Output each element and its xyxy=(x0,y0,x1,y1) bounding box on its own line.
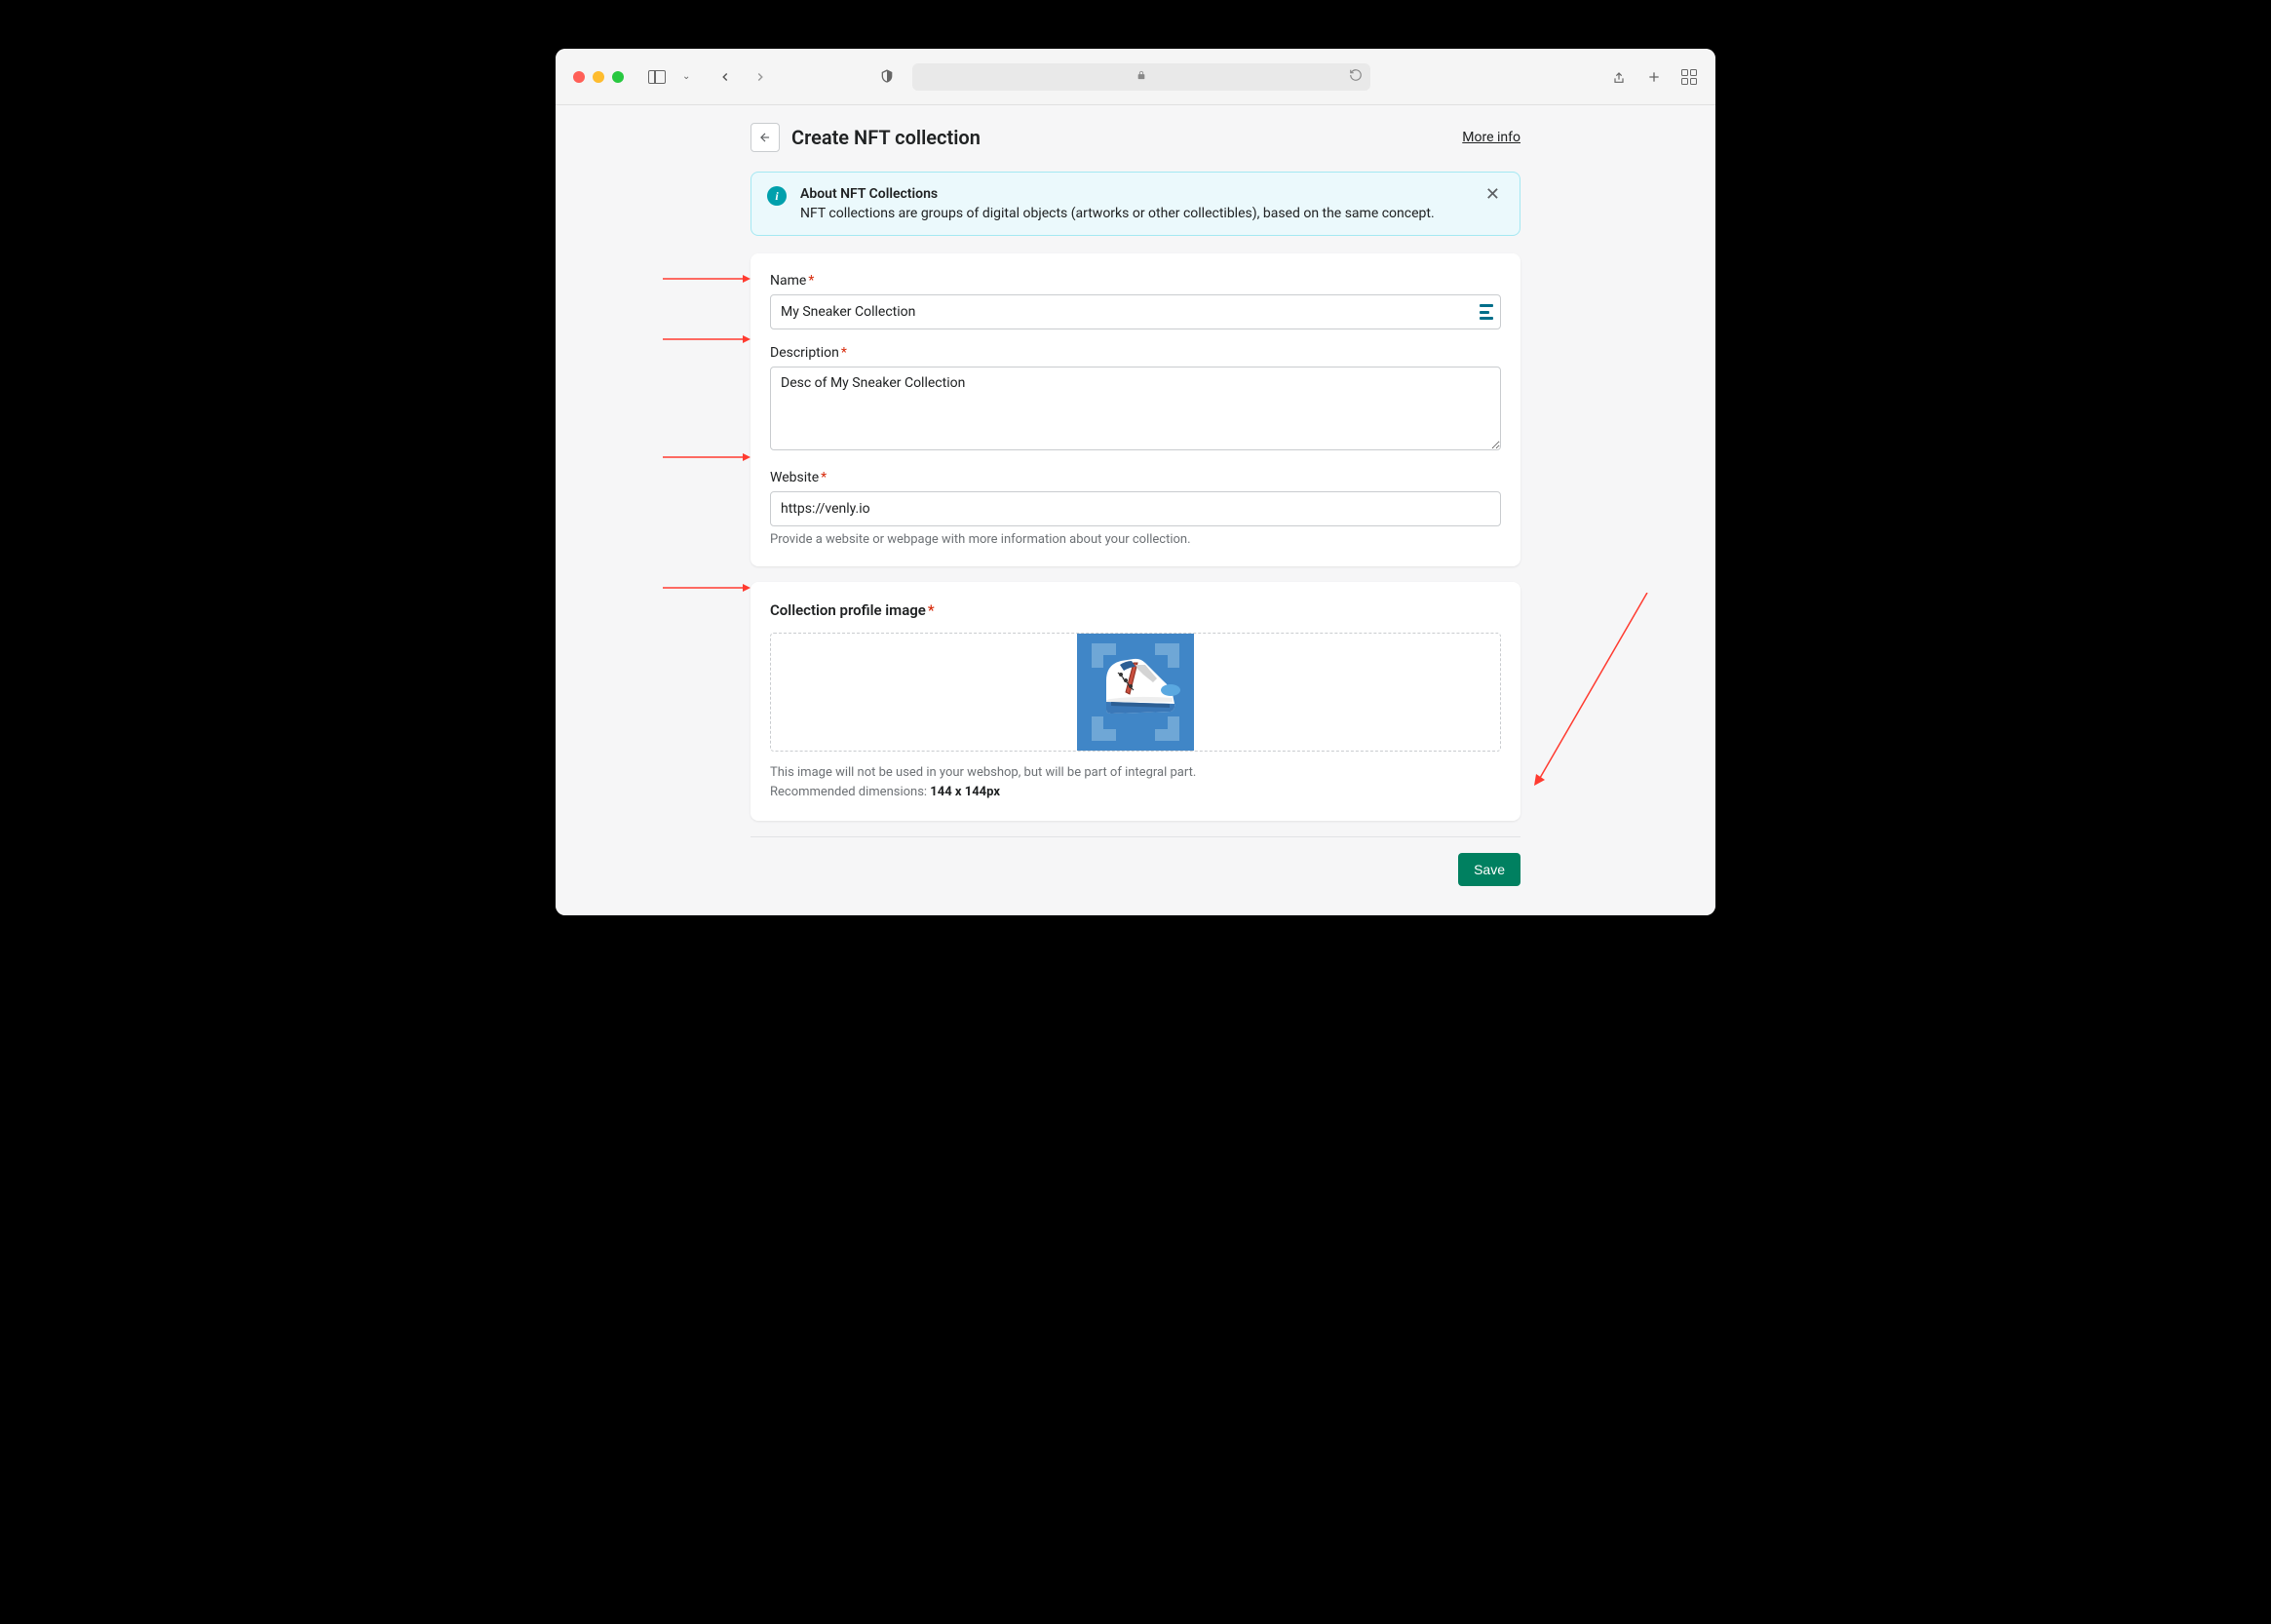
reload-icon[interactable] xyxy=(1349,68,1363,86)
page-header: Create NFT collection More info xyxy=(751,123,1520,152)
content-wrapper: Create NFT collection More info i About … xyxy=(751,123,1520,886)
more-info-link[interactable]: More info xyxy=(1462,130,1520,145)
name-input[interactable] xyxy=(770,294,1501,329)
browser-actions xyxy=(1610,68,1698,86)
window-controls xyxy=(573,71,624,83)
forward-nav-button[interactable] xyxy=(747,63,774,91)
annotation-arrow xyxy=(1530,593,1657,788)
info-content: About NFT Collections NFT collections ar… xyxy=(800,186,1482,221)
tab-overview-icon[interactable] xyxy=(1680,68,1698,86)
info-banner-title: About NFT Collections xyxy=(800,186,1482,202)
name-field: Name* xyxy=(770,273,1501,329)
lock-icon xyxy=(1136,69,1146,84)
page-body: Create NFT collection More info i About … xyxy=(556,105,1715,915)
sidebar-toggle-button[interactable] xyxy=(643,65,671,89)
share-icon[interactable] xyxy=(1610,68,1628,86)
description-field: Description* Desc of My Sneaker Collecti… xyxy=(770,345,1501,454)
minimize-window-button[interactable] xyxy=(593,71,604,83)
chevron-down-icon[interactable]: ⌄ xyxy=(682,71,690,82)
info-banner: i About NFT Collections NFT collections … xyxy=(751,172,1520,236)
new-tab-icon[interactable] xyxy=(1645,68,1663,86)
form-card-main: Name* Description* Desc of My Sneaker Co… xyxy=(751,253,1520,566)
close-banner-button[interactable]: ✕ xyxy=(1482,186,1504,204)
info-icon: i xyxy=(767,186,787,206)
annotation-arrow xyxy=(663,583,751,593)
page-title: Create NFT collection xyxy=(791,126,981,149)
description-label: Description* xyxy=(770,345,1501,361)
url-bar[interactable] xyxy=(912,63,1370,91)
website-field: Website* Provide a website or webpage wi… xyxy=(770,470,1501,547)
form-card-image: Collection profile image* xyxy=(751,582,1520,821)
annotation-arrow xyxy=(663,334,751,344)
annotation-arrow xyxy=(663,274,751,284)
maximize-window-button[interactable] xyxy=(612,71,624,83)
info-banner-description: NFT collections are groups of digital ob… xyxy=(800,206,1482,221)
sidebar-icon xyxy=(648,70,666,84)
profile-image-label: Collection profile image* xyxy=(770,601,1501,619)
back-button[interactable] xyxy=(751,123,780,152)
back-nav-button[interactable] xyxy=(712,63,739,91)
browser-window: ⌄ xyxy=(556,49,1715,915)
website-label: Website* xyxy=(770,470,1501,485)
image-dropzone[interactable] xyxy=(770,633,1501,752)
profile-image-help: This image will not be used in your webs… xyxy=(770,763,1501,801)
uploaded-image-preview xyxy=(1077,634,1194,751)
password-manager-icon[interactable] xyxy=(1480,304,1493,320)
website-input[interactable] xyxy=(770,491,1501,526)
browser-toolbar: ⌄ xyxy=(556,49,1715,105)
annotation-arrow xyxy=(663,452,751,462)
name-label: Name* xyxy=(770,273,1501,289)
close-window-button[interactable] xyxy=(573,71,585,83)
privacy-shield-icon[interactable] xyxy=(879,68,897,86)
description-input[interactable]: Desc of My Sneaker Collection xyxy=(770,367,1501,450)
action-bar: Save xyxy=(751,836,1520,886)
save-button[interactable]: Save xyxy=(1458,853,1520,886)
website-help: Provide a website or webpage with more i… xyxy=(770,532,1501,547)
